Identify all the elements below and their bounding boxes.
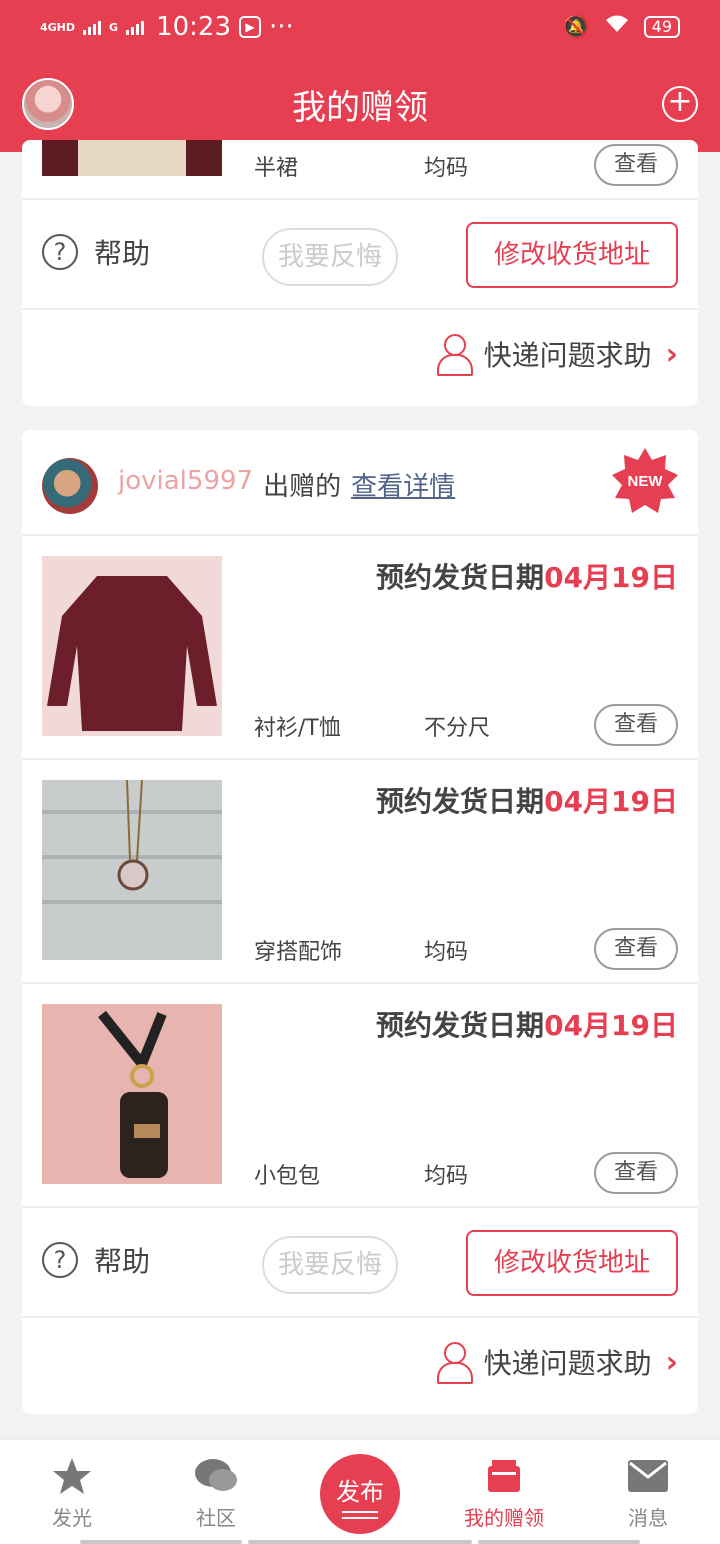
person-icon: [436, 334, 473, 376]
battery-indicator: 49: [643, 16, 680, 38]
new-badge-text: NEW: [628, 473, 664, 490]
nav-item-glow[interactable]: 发光: [12, 1454, 132, 1531]
action-row: ? 帮助 我要反悔 修改收货地址: [22, 200, 698, 310]
nav-item-my-gifts[interactable]: 我的赠领: [444, 1454, 564, 1531]
express-help-row[interactable]: 快递问题求助 ›: [22, 1318, 698, 1414]
help-button[interactable]: ? 帮助: [42, 1240, 150, 1280]
network-indicator: 4GHD: [40, 20, 76, 34]
view-button[interactable]: 查看: [594, 144, 678, 186]
view-details-link[interactable]: 查看详情: [351, 466, 455, 503]
nav-label: 发光: [52, 1506, 92, 1530]
nav-item-community[interactable]: 社区: [156, 1454, 276, 1531]
action-row: ? 帮助 我要反悔 修改收货地址: [22, 1208, 698, 1318]
item-size: 不分尺: [424, 716, 491, 741]
view-button[interactable]: 查看: [594, 928, 678, 970]
express-help-label: 快递问题求助: [483, 339, 652, 372]
regret-button[interactable]: 我要反悔: [262, 1236, 398, 1294]
help-button[interactable]: ? 帮助: [42, 232, 150, 272]
mute-icon: 🔕: [562, 14, 590, 40]
regret-button[interactable]: 我要反悔: [262, 228, 398, 286]
signal-icon: [83, 19, 102, 35]
question-icon: ?: [42, 234, 78, 270]
gift-box-icon: [444, 1454, 564, 1498]
help-label: 帮助: [94, 237, 151, 270]
nav-label: 社区: [196, 1506, 236, 1530]
ship-date-text: 预约发货日期04月19日: [376, 556, 678, 596]
giver-avatar[interactable]: [42, 458, 98, 514]
status-bar: 4GHD G 10:23 ▶ ··· 🔕 49: [0, 0, 720, 56]
title-bar: 我的赠领 +: [0, 56, 720, 152]
view-button[interactable]: 查看: [594, 1152, 678, 1194]
status-time: 10:23: [156, 12, 231, 42]
giver-action: 出赠的: [263, 472, 342, 502]
item-category: 半裙: [254, 156, 299, 181]
item-thumbnail[interactable]: [42, 780, 222, 960]
item-thumbnail[interactable]: [42, 140, 222, 176]
ship-date-prefix: 预约发货日期: [376, 561, 545, 594]
express-help-label: 快递问题求助: [483, 1347, 652, 1380]
item-size: 均码: [424, 156, 469, 181]
nav-item-messages[interactable]: 消息: [588, 1454, 708, 1531]
nav-label: 我的赠领: [464, 1506, 544, 1530]
giver-row: jovial5997 出赠的 查看详情 NEW: [22, 430, 698, 536]
giver-name[interactable]: jovial5997: [118, 466, 253, 503]
more-notifications: ···: [269, 12, 294, 42]
view-button[interactable]: 查看: [594, 704, 678, 746]
app-header: 4GHD G 10:23 ▶ ··· 🔕 49 我的赠领 +: [0, 0, 720, 152]
signal-icon-2: [126, 19, 145, 35]
ship-date-text: 预约发货日期04月19日: [376, 780, 678, 820]
item-thumbnail[interactable]: [42, 1004, 222, 1184]
gift-card-1: 半裙 均码 查看 ? 帮助 我要反悔 修改收货地址 快递问题求助 ›: [22, 140, 698, 406]
item-size: 均码: [424, 1164, 469, 1189]
gift-card-2: jovial5997 出赠的 查看详情 NEW 预约发货日期04月19日 衬衫/…: [22, 430, 698, 1414]
star-icon: [12, 1454, 132, 1498]
mail-icon: [588, 1454, 708, 1498]
publish-label: 发布: [336, 1478, 384, 1506]
ship-date-prefix: 预约发货日期: [376, 785, 545, 818]
item-category: 穿搭配饰: [254, 940, 343, 965]
person-icon: [436, 1342, 473, 1384]
question-icon: ?: [42, 1242, 78, 1278]
ship-date-prefix: 预约发货日期: [376, 1009, 545, 1042]
chevron-right-icon: ›: [665, 336, 678, 372]
ship-date: 04月19日: [544, 1009, 678, 1042]
item-row[interactable]: 预约发货日期04月19日 小包包 均码 查看: [22, 984, 698, 1208]
chevron-right-icon: ›: [665, 1344, 678, 1380]
express-help-row[interactable]: 快递问题求助 ›: [22, 310, 698, 406]
item-row[interactable]: 预约发货日期04月19日 衬衫/T恤 不分尺 查看: [22, 536, 698, 760]
item-category: 小包包: [254, 1164, 321, 1189]
item-row[interactable]: 半裙 均码 查看: [22, 140, 698, 200]
item-category: 衬衫/T恤: [254, 716, 341, 741]
item-row[interactable]: 预约发货日期04月19日 穿搭配饰 均码 查看: [22, 760, 698, 984]
nav-label: 消息: [628, 1506, 668, 1530]
gesture-bar: [248, 1540, 472, 1544]
wifi-icon: [604, 14, 630, 40]
menu-lines-icon: [342, 1511, 378, 1519]
item-thumbnail[interactable]: [42, 556, 222, 736]
ship-date: 04月19日: [544, 561, 678, 594]
publish-button[interactable]: 发布: [320, 1454, 400, 1534]
chat-bubbles-icon: [156, 1454, 276, 1498]
help-label: 帮助: [94, 1245, 151, 1278]
item-size: 均码: [424, 940, 469, 965]
app-notification-icon: ▶: [239, 16, 261, 38]
bottom-nav: 发光 社区 发布 我的赠领 消息: [0, 1438, 720, 1544]
ship-date: 04月19日: [544, 785, 678, 818]
gesture-bar: [478, 1540, 640, 1544]
gesture-bar: [80, 1540, 242, 1544]
change-address-button[interactable]: 修改收货地址: [466, 222, 678, 288]
page-title: 我的赠领: [292, 88, 428, 128]
network-indicator-2: G: [109, 20, 119, 34]
new-badge: NEW: [612, 448, 678, 513]
ship-date-text: 预约发货日期04月19日: [376, 1004, 678, 1044]
change-address-button[interactable]: 修改收货地址: [466, 1230, 678, 1296]
add-icon[interactable]: +: [662, 86, 698, 122]
